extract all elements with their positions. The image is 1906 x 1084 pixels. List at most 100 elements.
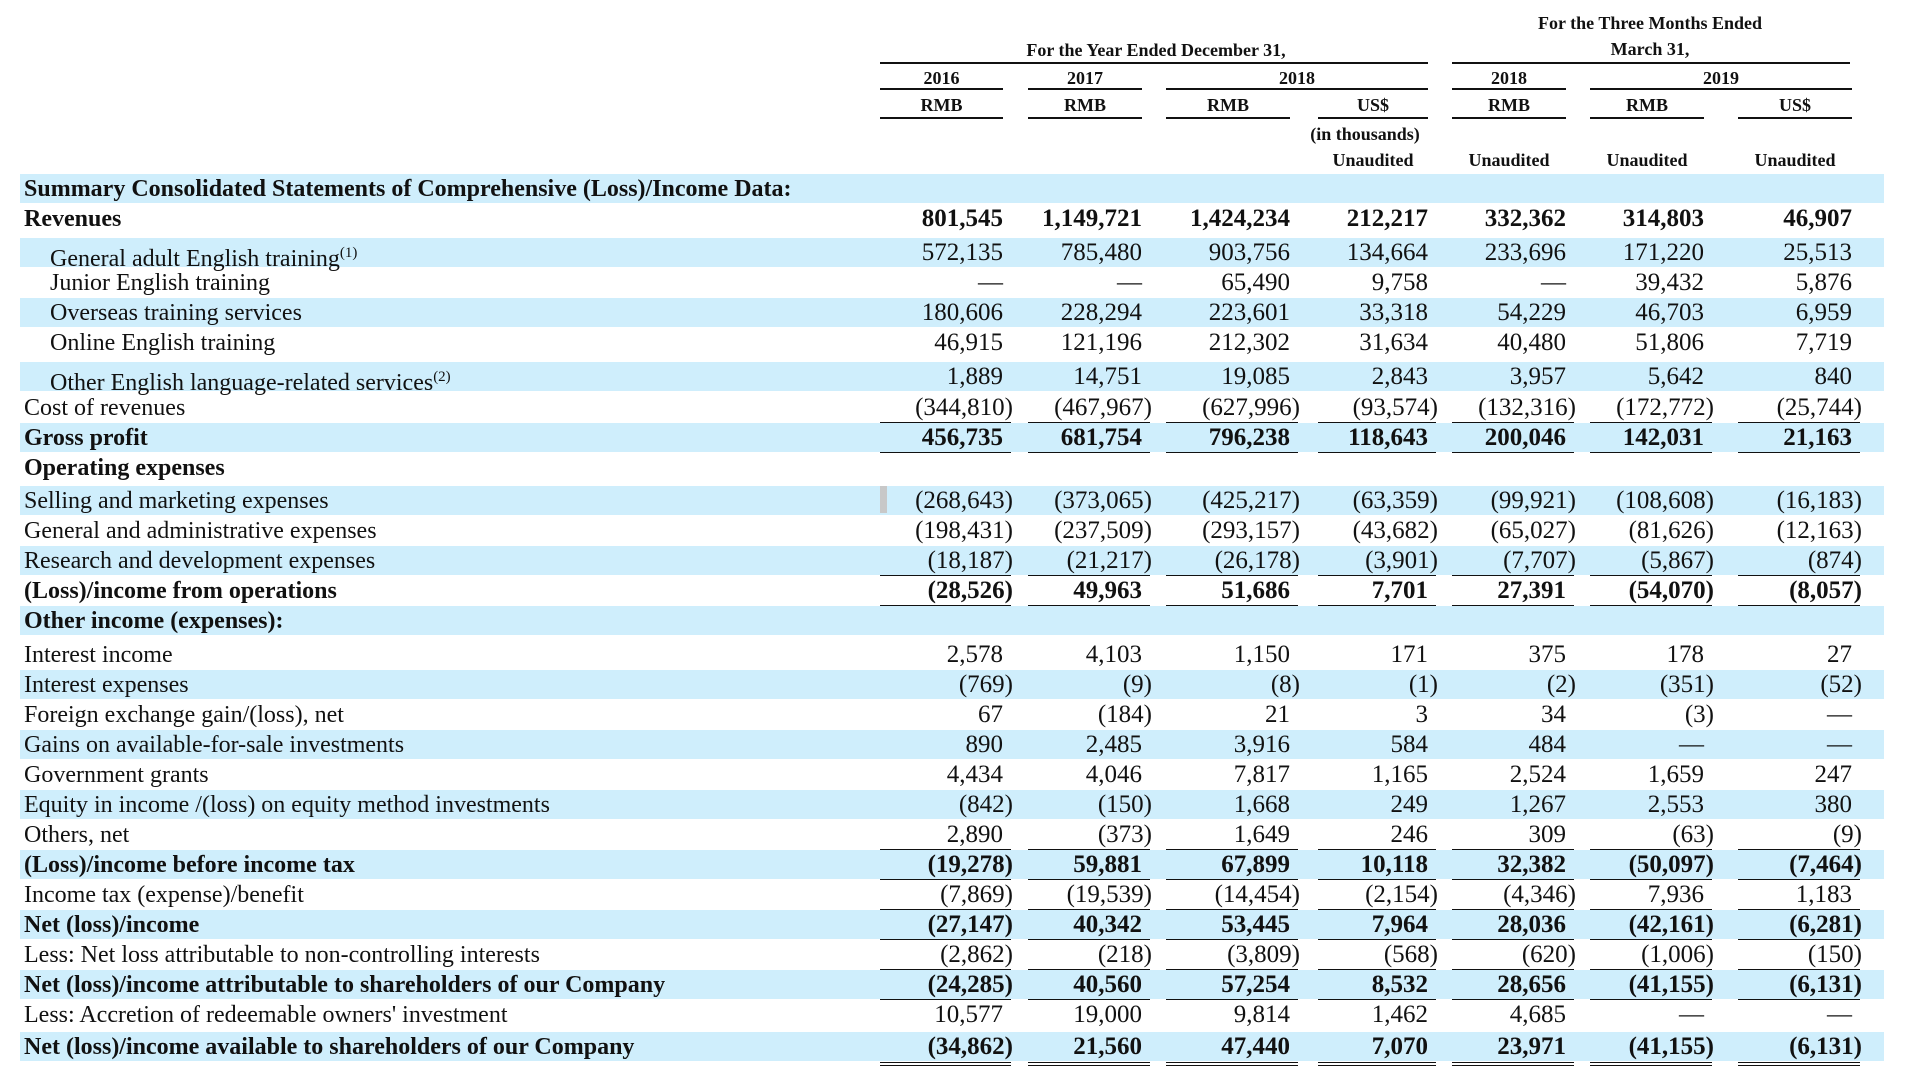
subtotal-rule <box>1452 422 1574 423</box>
table-row: Others, net 2,890 (373) 1,649 246 309 (63) (9) <box>0 820 1906 850</box>
subtotal-bottom-rule <box>1590 999 1712 1000</box>
year-group-rule <box>880 62 1428 64</box>
table-cell: 27 <box>1827 641 1852 668</box>
row-label: Interest income <box>24 641 173 669</box>
subtotal-rule <box>1166 849 1298 850</box>
subtotal-bottom-rule <box>1028 939 1150 940</box>
subtotal-rule <box>1318 575 1436 576</box>
subtotal-bottom-rule <box>880 999 1011 1000</box>
subtotal-bottom-rule <box>880 939 1011 940</box>
column-currency-1: RMB <box>1064 95 1106 115</box>
table-row: Equity in income /(loss) on equity metho… <box>0 790 1906 820</box>
subtotal-bottom-rule <box>1318 879 1436 880</box>
subtotal-rule <box>1452 849 1574 850</box>
table-cell: 840 <box>1814 363 1853 390</box>
table-row: Interest income 2,578 4,103 1,150 171 375 178 2… <box>0 640 1906 670</box>
subtotal-rule <box>880 422 1011 423</box>
row-label: Selling and marketing expenses <box>24 487 329 515</box>
subtotal-rule <box>1590 909 1712 910</box>
subtotal-rule <box>1738 909 1860 910</box>
grand-total-double-rule <box>1166 1062 1298 1066</box>
subtotal-rule <box>1590 969 1712 970</box>
table-cell: (150) <box>1807 941 1862 968</box>
subtotal-bottom-rule <box>1166 999 1298 1000</box>
subtotal-bottom-rule <box>1028 879 1150 880</box>
subtotal-bottom-rule <box>1166 939 1298 940</box>
subtotal-rule <box>1590 422 1712 423</box>
column-note-6: Unaudited <box>1754 150 1836 170</box>
row-label: Less: Net loss attributable to non-contr… <box>24 941 540 969</box>
row-label-text: Others, net <box>24 822 130 848</box>
subtotal-bottom-rule <box>1590 879 1712 880</box>
subtotal-rule <box>880 849 1011 850</box>
subtotal-rule <box>1738 849 1860 850</box>
subtotal-rule <box>1590 575 1712 576</box>
table-cell: — <box>1827 701 1852 728</box>
row-label-text: Net (loss)/income <box>24 912 200 938</box>
table-cell: 46,907 <box>1783 205 1852 232</box>
row-label-text: Foreign exchange gain/(loss), net <box>24 702 344 728</box>
row-label-text: (Loss)/income from operations <box>24 578 337 604</box>
column-year-rule-1 <box>1028 88 1142 90</box>
table-cell: (6,281) <box>1789 911 1862 938</box>
row-label-text: Selling and marketing expenses <box>24 488 329 514</box>
subtotal-bottom-rule <box>1028 452 1150 453</box>
footnote-marker: (2) <box>433 369 451 385</box>
row-label-text: Income tax (expense)/benefit <box>24 882 304 908</box>
row-label: Overseas training services <box>50 299 302 327</box>
footnote-marker: (1) <box>339 245 358 261</box>
row-label: Interest expenses <box>24 671 189 699</box>
subtotal-rule <box>1028 575 1150 576</box>
subtotal-bottom-rule <box>1590 452 1712 453</box>
subtotal-bottom-rule <box>1318 999 1436 1000</box>
row-label-text: Net (loss)/income available to sharehold… <box>24 1034 635 1060</box>
table-cell: (6,131) <box>1789 1033 1862 1060</box>
subtotal-rule <box>1738 422 1860 423</box>
grand-total-double-rule <box>880 1062 1011 1066</box>
row-label: Government grants <box>24 761 209 789</box>
row-label: Summary Consolidated Statements of Compr… <box>24 175 792 203</box>
grand-total-double-rule <box>1738 1062 1860 1066</box>
column-currency-4: RMB <box>1488 95 1530 115</box>
subtotal-bottom-rule <box>1318 939 1436 940</box>
quarter-group-rule <box>1452 62 1850 64</box>
table-row: Revenues 801,545 1,149,721 1,424,234 212,217… <box>0 204 1906 234</box>
table-cell: 6,959 <box>1795 299 1852 326</box>
row-label: Research and development expenses <box>24 547 375 575</box>
table-row: Less: Net loss attributable to non-contr… <box>0 940 1906 970</box>
row-label-text: (Loss)/income before income tax <box>24 852 355 878</box>
year-group-title: For the Year Ended December 31, <box>1026 40 1286 60</box>
column-note-3: Unaudited <box>1332 150 1414 170</box>
column-year-0: 2016 <box>923 68 960 88</box>
subtotal-rule <box>1318 969 1436 970</box>
row-label: Other income (expenses): <box>24 607 284 635</box>
subtotal-rule <box>880 969 1011 970</box>
subtotal-rule <box>1166 969 1298 970</box>
subtotal-bottom-rule <box>1452 452 1574 453</box>
subtotal-bottom-rule <box>880 605 1011 606</box>
grand-total-double-rule <box>1590 1062 1712 1066</box>
table-row: Net (loss)/income (27,147) 40,342 53,445 7,9… <box>0 910 1906 940</box>
subtotal-rule <box>1166 575 1298 576</box>
subtotal-rule <box>880 909 1011 910</box>
row-label-text: Revenues <box>24 206 122 232</box>
table-cell: (16,183) <box>1776 487 1862 514</box>
subtotal-bottom-rule <box>1452 879 1574 880</box>
table-cell: (52) <box>1820 671 1862 698</box>
row-label: Equity in income /(loss) on equity metho… <box>24 791 550 819</box>
subtotal-rule <box>1318 422 1436 423</box>
table-cell: 5,876 <box>1795 269 1852 296</box>
row-label-text: Government grants <box>24 762 209 788</box>
table-row: Research and development expenses (18,187… <box>0 546 1906 576</box>
row-label-text: Junior English training <box>50 270 270 296</box>
subtotal-bottom-rule <box>1318 605 1436 606</box>
subtotal-bottom-rule <box>1452 939 1574 940</box>
row-label-text: General and administrative expenses <box>24 518 377 544</box>
subtotal-rule <box>1452 575 1574 576</box>
row-label: Less: Accretion of redeemable owners' in… <box>24 1001 508 1029</box>
column-note-4: Unaudited <box>1468 150 1550 170</box>
subtotal-bottom-rule <box>1738 999 1860 1000</box>
grand-total-double-rule <box>1452 1062 1574 1066</box>
subtotal-bottom-rule <box>880 452 1011 453</box>
column-currency-5: RMB <box>1626 95 1668 115</box>
